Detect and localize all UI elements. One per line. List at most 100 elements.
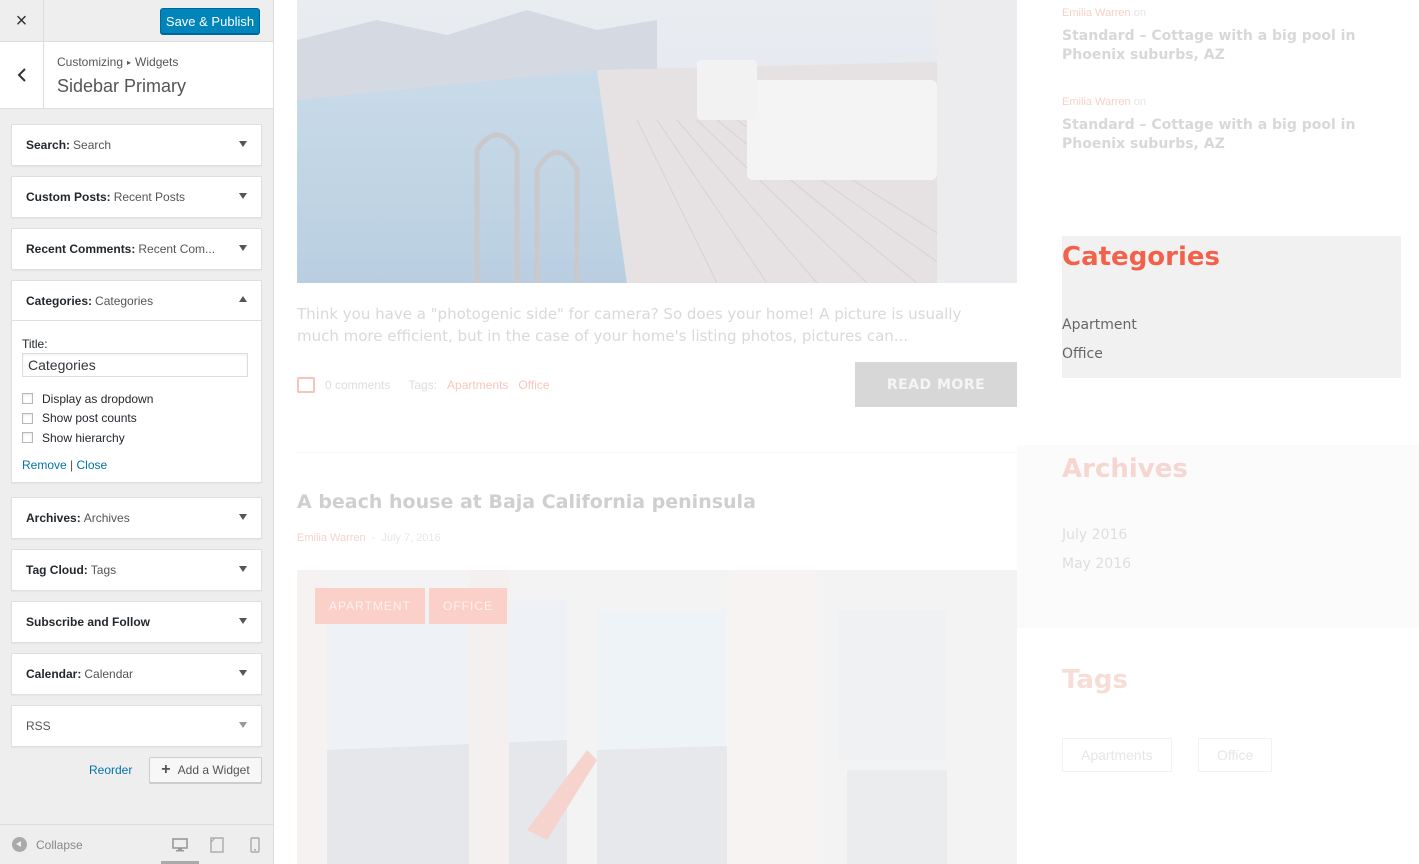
widget-title: Tags	[90, 563, 117, 577]
category-link[interactable]: Apartment	[1062, 317, 1137, 333]
widget-recent-comments[interactable]: Recent Comments: Recent Com...	[11, 228, 262, 270]
remove-link[interactable]: Remove	[22, 458, 67, 472]
desktop-preview-icon[interactable]	[172, 837, 188, 853]
section-title: Sidebar Primary	[57, 76, 187, 96]
save-publish-button[interactable]: Save & Publish	[160, 8, 260, 34]
widget-header[interactable]: Categories: Categories	[12, 281, 261, 321]
close-icon[interactable]: ×	[0, 0, 44, 42]
collapse-label: Collapse	[36, 837, 83, 852]
add-widget-button[interactable]: + Add a Widget	[149, 757, 262, 783]
post-featured-image[interactable]	[297, 0, 1017, 283]
option-display-dropdown[interactable]: Display as dropdown	[22, 389, 251, 409]
post-date: July 7, 2016	[381, 532, 441, 544]
recent-comment-item: Emilia Warren on Standard – Cottage with…	[1062, 96, 1382, 154]
comment-icon	[297, 377, 315, 393]
checkbox[interactable]	[22, 393, 33, 405]
expand-arrow-icon[interactable]	[239, 722, 247, 728]
widget-name: Categories:	[26, 293, 93, 308]
archive-link[interactable]: July 2016	[1062, 527, 1127, 543]
back-button[interactable]	[0, 42, 44, 108]
widget-header[interactable]: Archives: Archives	[12, 498, 261, 538]
badge-office[interactable]: OFFICE	[429, 588, 507, 624]
mobile-preview-icon[interactable]	[247, 837, 263, 853]
expand-arrow-icon[interactable]	[239, 245, 247, 251]
widget-header[interactable]: RSS	[12, 706, 261, 746]
widget-subscribe-follow[interactable]: Subscribe and Follow	[11, 601, 262, 643]
tag-link-apartments[interactable]: Apartments	[447, 378, 508, 392]
title-input[interactable]	[22, 353, 248, 377]
badge-apartment[interactable]: APARTMENT	[315, 588, 425, 624]
post-featured-image-2[interactable]: APARTMENT OFFICE	[297, 570, 1017, 864]
collapse-arrow-icon[interactable]	[239, 296, 247, 302]
recent-author[interactable]: Emilia Warren	[1062, 7, 1131, 19]
recent-title[interactable]: Standard – Cottage with a big pool in Ph…	[1062, 116, 1382, 154]
close-link[interactable]: Close	[77, 458, 108, 472]
archive-link[interactable]: May 2016	[1062, 556, 1131, 572]
title-label: Title:	[22, 337, 48, 351]
byline-dash: -	[371, 532, 376, 544]
breadcrumb-separator-icon: ▸	[127, 57, 132, 67]
expand-arrow-icon[interactable]	[239, 514, 247, 520]
widget-search[interactable]: Search: Search	[11, 124, 262, 166]
widget-title: Recent Com...	[138, 242, 216, 256]
widget-header[interactable]: Custom Posts: Recent Posts	[12, 177, 261, 217]
tag-cloud-item[interactable]: Office	[1198, 738, 1273, 772]
comments-count[interactable]: 0 comments	[325, 378, 390, 392]
recent-author[interactable]: Emilia Warren	[1062, 96, 1131, 108]
post-byline: Emilia Warren - July 7, 2016	[297, 532, 441, 544]
widget-title: Archives	[83, 511, 130, 525]
site-preview: Think you have a "photogenic side" for c…	[274, 0, 1419, 864]
recent-title[interactable]: Standard – Cottage with a big pool in Ph…	[1062, 27, 1382, 65]
widget-name: Calendar:	[26, 667, 82, 681]
widget-header[interactable]: Tag Cloud: Tags	[12, 550, 261, 590]
customizer-sidebar: × Save & Publish Customizing ▸ Widgets S…	[0, 0, 274, 864]
widget-title: Search	[73, 138, 112, 152]
post-title[interactable]: A beach house at Baja California peninsu…	[297, 491, 756, 513]
expand-arrow-icon[interactable]	[239, 618, 247, 624]
widget-custom-posts[interactable]: Custom Posts: Recent Posts	[11, 176, 262, 218]
widget-rss[interactable]: RSS	[11, 705, 262, 747]
widget-name: RSS	[26, 719, 51, 733]
reorder-link[interactable]: Reorder	[89, 763, 132, 777]
post-divider	[297, 452, 1017, 453]
post-author[interactable]: Emilia Warren	[297, 532, 366, 544]
categories-heading: Categories	[1062, 242, 1221, 272]
expand-arrow-icon[interactable]	[239, 566, 247, 572]
category-link[interactable]: Office	[1062, 346, 1103, 362]
archives-heading: Archives	[1062, 454, 1188, 484]
widget-calendar[interactable]: Calendar: Calendar	[11, 653, 262, 695]
expand-arrow-icon[interactable]	[239, 670, 247, 676]
option-show-post-counts[interactable]: Show post counts	[22, 409, 251, 429]
add-widget-label: Add a Widget	[177, 763, 250, 777]
widget-header[interactable]: Search: Search	[12, 125, 261, 165]
checkbox[interactable]	[22, 432, 33, 444]
collapse-arrow-icon	[12, 837, 27, 852]
widget-name: Recent Comments:	[26, 242, 136, 256]
post-meta-row: 0 comments Tags: Apartments Office	[297, 377, 550, 393]
option-label: Show post counts	[42, 411, 137, 426]
breadcrumb-root: Customizing	[57, 55, 124, 69]
widget-archives[interactable]: Archives: Archives	[11, 497, 262, 539]
section-header: Customizing ▸ Widgets Sidebar Primary	[0, 42, 273, 109]
widget-form: Title: Display as dropdown Show post cou…	[12, 321, 261, 482]
expand-arrow-icon[interactable]	[239, 193, 247, 199]
widget-header[interactable]: Calendar: Calendar	[12, 654, 261, 694]
checkbox[interactable]	[22, 412, 33, 424]
tag-cloud-item[interactable]: Apartments	[1062, 738, 1172, 772]
tablet-preview-icon[interactable]	[209, 837, 225, 853]
widget-header[interactable]: Subscribe and Follow	[12, 602, 261, 642]
collapse-button[interactable]: Collapse	[12, 837, 83, 852]
categories-widget-preview: Categories Apartment Office	[1062, 236, 1401, 378]
widget-name: Archives:	[26, 511, 81, 525]
breadcrumb-current: Widgets	[135, 55, 179, 69]
widget-tag-cloud[interactable]: Tag Cloud: Tags	[11, 549, 262, 591]
widget-header[interactable]: Recent Comments: Recent Com...	[12, 229, 261, 269]
widget-name: Tag Cloud:	[26, 563, 88, 577]
read-more-button[interactable]: READ MORE	[855, 362, 1017, 407]
tag-link-office[interactable]: Office	[518, 378, 549, 392]
option-show-hierarchy[interactable]: Show hierarchy	[22, 428, 251, 448]
widget-name: Search:	[26, 138, 71, 152]
widget-categories[interactable]: Categories:Categories Title: Display as …	[11, 280, 262, 483]
expand-arrow-icon[interactable]	[239, 141, 247, 147]
tags-label: Tags:	[408, 378, 438, 392]
